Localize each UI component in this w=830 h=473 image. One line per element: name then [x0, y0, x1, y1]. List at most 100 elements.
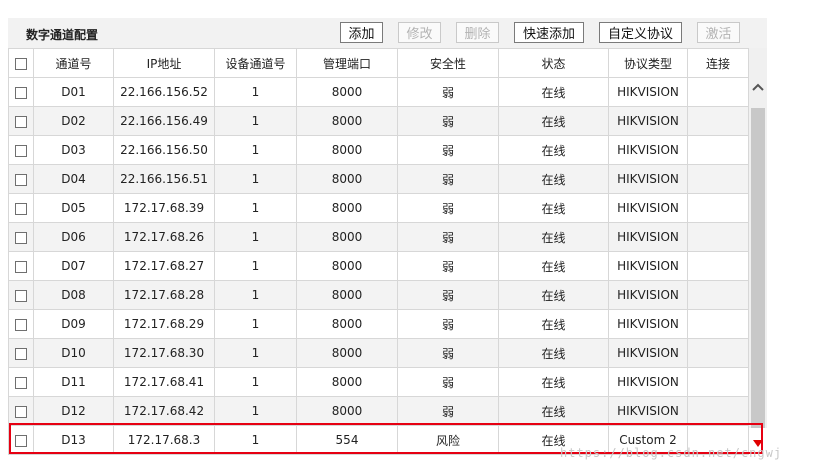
- cell-device-channel: 1: [214, 425, 297, 455]
- channel-config-panel: 数字通道配置 添加 修改 删除 快速添加 自定义协议 激活 通道号 IP地址 设…: [8, 18, 767, 458]
- cell-security: 弱: [397, 135, 499, 165]
- cell-protocol: HIKVISION: [608, 193, 688, 223]
- cell-ip: 172.17.68.42: [113, 396, 215, 426]
- row-checkbox[interactable]: [15, 231, 27, 244]
- row-select-cell[interactable]: [8, 222, 34, 252]
- table-row[interactable]: D06 172.17.68.26 1 8000 弱在线 HIKVISION: [8, 222, 749, 252]
- cell-connect: [687, 396, 749, 426]
- row-checkbox[interactable]: [15, 347, 27, 360]
- header-channel[interactable]: 通道号: [33, 48, 114, 78]
- table-row[interactable]: D04 22.166.156.51 1 8000 弱在线 HIKVISION: [8, 164, 749, 194]
- cell-ip: 172.17.68.39: [113, 193, 215, 223]
- cell-channel: D08: [33, 280, 114, 310]
- cell-connect: [687, 106, 749, 136]
- cell-port: 8000: [296, 280, 398, 310]
- row-checkbox[interactable]: [15, 115, 27, 128]
- cell-connect: [687, 280, 749, 310]
- cell-status: 在线: [498, 135, 609, 165]
- table-row[interactable]: D11 172.17.68.41 1 8000 弱在线 HIKVISION: [8, 367, 749, 397]
- table-row[interactable]: D03 22.166.156.50 1 8000 弱在线 HIKVISION: [8, 135, 749, 165]
- custom-protocol-button[interactable]: 自定义协议: [599, 22, 682, 43]
- select-all-checkbox[interactable]: [15, 57, 27, 70]
- row-select-cell[interactable]: [8, 164, 34, 194]
- row-checkbox[interactable]: [15, 202, 27, 215]
- cell-channel: D10: [33, 338, 114, 368]
- table-row[interactable]: D07 172.17.68.27 1 8000 弱在线 HIKVISION: [8, 251, 749, 281]
- cell-connect: [687, 338, 749, 368]
- add-button[interactable]: 添加: [340, 22, 383, 43]
- cell-ip: 22.166.156.51: [113, 164, 215, 194]
- cell-channel: D05: [33, 193, 114, 223]
- header-device-channel[interactable]: 设备通道号: [214, 48, 297, 78]
- header-status[interactable]: 状态: [498, 48, 609, 78]
- row-checkbox[interactable]: [15, 318, 27, 331]
- panel-title: 数字通道配置: [26, 28, 99, 42]
- row-select-cell[interactable]: [8, 251, 34, 281]
- header-protocol[interactable]: 协议类型: [608, 48, 688, 78]
- row-checkbox[interactable]: [15, 260, 27, 273]
- cell-security: 弱: [397, 222, 499, 252]
- header-ip[interactable]: IP地址: [113, 48, 215, 78]
- cell-port: 554: [296, 425, 398, 455]
- row-select-cell[interactable]: [8, 77, 34, 107]
- scrollbar-thumb[interactable]: [751, 108, 765, 428]
- row-select-cell[interactable]: [8, 396, 34, 426]
- cell-protocol: HIKVISION: [608, 77, 688, 107]
- row-checkbox[interactable]: [15, 86, 27, 99]
- select-all-cell[interactable]: [8, 48, 34, 78]
- modify-button[interactable]: 修改: [398, 22, 441, 43]
- vertical-scrollbar[interactable]: [749, 48, 767, 447]
- row-select-cell[interactable]: [8, 309, 34, 339]
- cell-device-channel: 1: [214, 309, 297, 339]
- cell-status: 在线: [498, 367, 609, 397]
- table-row[interactable]: D10 172.17.68.30 1 8000 弱在线 HIKVISION: [8, 338, 749, 368]
- row-select-cell[interactable]: [8, 367, 34, 397]
- cell-protocol: HIKVISION: [608, 367, 688, 397]
- cell-port: 8000: [296, 396, 398, 426]
- cell-status: 在线: [498, 106, 609, 136]
- cell-protocol: HIKVISION: [608, 280, 688, 310]
- cell-device-channel: 1: [214, 251, 297, 281]
- row-checkbox[interactable]: [15, 405, 27, 418]
- row-checkbox[interactable]: [15, 434, 27, 447]
- cell-port: 8000: [296, 309, 398, 339]
- cell-connect: [687, 251, 749, 281]
- cell-security: 风险: [397, 425, 499, 455]
- table-row[interactable]: D09 172.17.68.29 1 8000 弱在线 HIKVISION: [8, 309, 749, 339]
- table-row[interactable]: D05 172.17.68.39 1 8000 弱在线 HIKVISION: [8, 193, 749, 223]
- cell-security: 弱: [397, 251, 499, 281]
- cell-channel: D01: [33, 77, 114, 107]
- table-row[interactable]: D01 22.166.156.52 1 8000 弱在线 HIKVISION: [8, 77, 749, 107]
- row-checkbox[interactable]: [15, 289, 27, 302]
- cell-channel: D13: [33, 425, 114, 455]
- cell-ip: 172.17.68.41: [113, 367, 215, 397]
- table-row[interactable]: D08 172.17.68.28 1 8000 弱在线 HIKVISION: [8, 280, 749, 310]
- row-checkbox[interactable]: [15, 173, 27, 186]
- cell-port: 8000: [296, 164, 398, 194]
- cell-ip: 22.166.156.50: [113, 135, 215, 165]
- activate-button[interactable]: 激活: [697, 22, 740, 43]
- cell-channel: D09: [33, 309, 114, 339]
- table-row[interactable]: D02 22.166.156.49 1 8000 弱在线 HIKVISION: [8, 106, 749, 136]
- cell-channel: D03: [33, 135, 114, 165]
- cell-connect: [687, 135, 749, 165]
- row-checkbox[interactable]: [15, 144, 27, 157]
- row-checkbox[interactable]: [15, 376, 27, 389]
- chevron-up-icon[interactable]: [749, 81, 767, 99]
- channel-table-wrap: 通道号 IP地址 设备通道号 管理端口 安全性 状态 协议类型 连接 D01 22…: [8, 48, 767, 458]
- row-select-cell[interactable]: [8, 106, 34, 136]
- row-select-cell[interactable]: [8, 280, 34, 310]
- row-select-cell[interactable]: [8, 425, 34, 455]
- header-connect[interactable]: 连接: [687, 48, 749, 78]
- quick-add-button[interactable]: 快速添加: [514, 22, 584, 43]
- header-port[interactable]: 管理端口: [296, 48, 398, 78]
- row-select-cell[interactable]: [8, 338, 34, 368]
- cell-security: 弱: [397, 367, 499, 397]
- header-security[interactable]: 安全性: [397, 48, 499, 78]
- table-row[interactable]: D12 172.17.68.42 1 8000 弱在线 HIKVISION: [8, 396, 749, 426]
- row-select-cell[interactable]: [8, 135, 34, 165]
- cell-port: 8000: [296, 222, 398, 252]
- delete-button[interactable]: 删除: [456, 22, 499, 43]
- row-select-cell[interactable]: [8, 193, 34, 223]
- cell-connect: [687, 77, 749, 107]
